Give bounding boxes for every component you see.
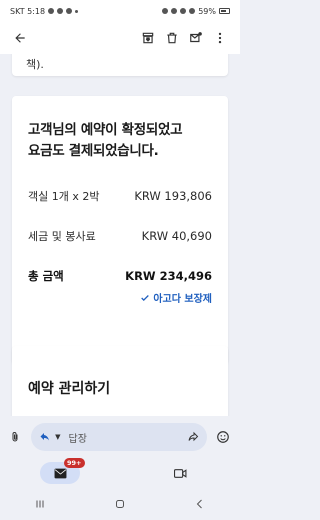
battery-percent: 59%: [198, 6, 216, 16]
confirmation-heading: 고객님의 예약이 확정되었고 요금도 결제되었습니다.: [28, 120, 212, 162]
battery-icon: [219, 8, 230, 14]
notification-icon: [48, 8, 55, 14]
guarantee-label: 아고다 보장제: [153, 294, 212, 305]
home-icon[interactable]: [105, 492, 135, 516]
more-vert-icon[interactable]: [208, 26, 232, 50]
recent-apps-icon[interactable]: [25, 492, 55, 516]
checkmark-icon: [141, 294, 150, 301]
unread-badge: 99+: [64, 458, 85, 468]
total-label: 총 금액: [28, 269, 64, 283]
back-arrow-icon[interactable]: [8, 26, 32, 50]
system-navigation: [0, 488, 240, 520]
more-notifications-icon: [75, 9, 79, 13]
nav-mail[interactable]: 99+: [40, 458, 85, 484]
bottom-navigation: 99+: [0, 458, 240, 488]
emoji-reaction-icon[interactable]: [211, 425, 234, 449]
booking-confirmation-card: 고객님의 예약이 확정되었고 요금도 결제되었습니다. 객실 1개 x 2박 K…: [12, 96, 228, 364]
notification-icon: [57, 8, 64, 14]
reply-icon[interactable]: [39, 431, 51, 443]
price-amount: KRW 40,690: [141, 229, 212, 243]
video-camera-icon: [173, 468, 186, 478]
status-left: SKT 5:18: [10, 6, 79, 16]
price-row-room: 객실 1개 x 2박 KRW 193,806: [28, 176, 212, 216]
status-bar: SKT 5:18 59%: [0, 0, 240, 22]
nav-meet[interactable]: [160, 462, 200, 484]
chevron-down-icon[interactable]: ▼: [55, 433, 60, 441]
heading-line: 고객님의 예약이 확정되었고: [28, 122, 183, 138]
forward-icon[interactable]: [187, 431, 199, 443]
mute-icon: [171, 8, 178, 14]
status-right: 59%: [162, 7, 230, 16]
agoda-guarantee-link[interactable]: 아고다 보장제: [28, 290, 212, 305]
email-toolbar: [0, 22, 240, 54]
email-body[interactable]: 책). 고객님의 예약이 확정되었고 요금도 결제되었습니다. 객실 1개 x …: [0, 54, 240, 416]
mail-icon: [54, 468, 66, 478]
price-label: 세금 및 봉사료: [28, 230, 96, 243]
signal-icon: [189, 8, 196, 14]
carrier-time: SKT 5:18: [10, 6, 46, 16]
price-label: 객실 1개 x 2박: [28, 190, 100, 203]
price-row-tax: 세금 및 봉사료 KRW 40,690: [28, 216, 212, 256]
total-amount: KRW 234,496: [125, 269, 212, 283]
paperclip-icon[interactable]: [6, 425, 23, 449]
manage-booking-title: 예약 관리하기: [28, 381, 111, 397]
mark-unread-icon[interactable]: [184, 26, 208, 50]
price-breakdown: 객실 1개 x 2박 KRW 193,806 세금 및 봉사료 KRW 40,6…: [28, 176, 212, 296]
reply-placeholder: 답장: [68, 433, 87, 445]
manage-booking-card: 예약 관리하기: [12, 346, 228, 416]
heading-line: 요금도 결제되었습니다.: [28, 143, 159, 159]
notification-icon: [66, 8, 73, 14]
reply-bar: ▼ 답장: [0, 416, 240, 458]
reply-input[interactable]: ▼ 답장: [31, 423, 208, 451]
archive-icon[interactable]: [136, 26, 160, 50]
trash-icon[interactable]: [160, 26, 184, 50]
previous-card: 책).: [12, 54, 228, 76]
price-amount: KRW 193,806: [134, 189, 212, 203]
fragment-text: 책).: [26, 58, 44, 71]
wifi-icon: [180, 8, 187, 14]
system-back-icon[interactable]: [185, 492, 215, 516]
alarm-icon: [162, 8, 169, 14]
